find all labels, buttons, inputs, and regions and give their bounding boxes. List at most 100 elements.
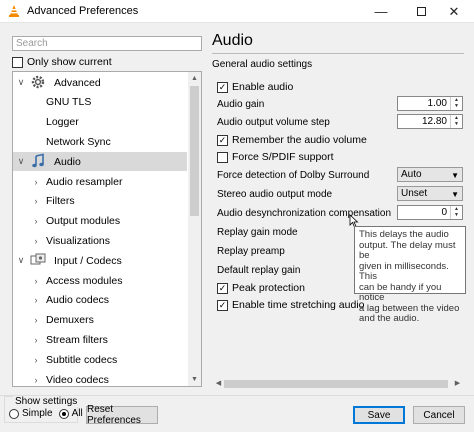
tree-item[interactable]: › Audio codecs xyxy=(13,291,187,310)
tree-item[interactable]: GNU TLS xyxy=(13,93,187,112)
checkbox-box[interactable] xyxy=(12,56,23,68)
scroll-right-icon[interactable]: ▶ xyxy=(451,377,464,390)
tooltip-line: and the audio. xyxy=(359,313,420,324)
save-button[interactable]: Save xyxy=(353,406,405,424)
preferences-tree[interactable]: ∨ Advanced GNU TLS Logger Network Sync ∨ Audio… xyxy=(12,71,202,387)
only-show-current-checkbox[interactable]: Only show current xyxy=(12,56,112,68)
horizontal-scroll-thumb[interactable] xyxy=(224,380,448,388)
chevron-right-icon[interactable]: › xyxy=(31,355,41,365)
cancel-button[interactable]: Cancel xyxy=(413,406,465,424)
peak-protection-checkbox[interactable]: ✓ Peak protection xyxy=(217,280,305,296)
chevron-right-icon[interactable]: › xyxy=(31,177,41,187)
time-stretching-label: Enable time stretching audio xyxy=(232,299,365,311)
minimize-icon: — xyxy=(374,4,388,19)
dolby-select[interactable]: Auto ▼ xyxy=(397,167,463,182)
chevron-down-icon: ▼ xyxy=(451,171,459,180)
search-input[interactable]: Search xyxy=(12,36,202,51)
enable-audio-checkbox[interactable]: ✓ Enable audio xyxy=(217,79,293,95)
remember-volume-checkbox[interactable]: ✓ Remember the audio volume xyxy=(217,132,367,148)
tree-item-label: Stream filters xyxy=(46,333,108,346)
chevron-down-icon[interactable]: ∨ xyxy=(16,255,26,266)
chevron-down-icon[interactable]: ∨ xyxy=(16,77,26,88)
checkbox-box[interactable]: ✓ xyxy=(217,282,228,294)
gear-icon xyxy=(30,74,46,90)
chevron-right-icon[interactable]: › xyxy=(31,315,41,325)
tree-item[interactable]: › Output modules xyxy=(13,212,187,231)
tree-scroll-thumb[interactable] xyxy=(190,86,199,216)
close-button[interactable]: ✕ xyxy=(434,0,474,23)
replay-gain-mode-text: Replay gain mode xyxy=(217,226,298,238)
chevron-right-icon[interactable]: › xyxy=(31,216,41,226)
chevron-right-icon[interactable]: › xyxy=(31,276,41,286)
stereo-mode-label: Stereo audio output mode xyxy=(217,186,332,202)
force-spdif-label: Force S/PDIF support xyxy=(232,151,334,163)
tree-item-label: Output modules xyxy=(46,215,121,228)
chevron-down-icon[interactable]: ∨ xyxy=(16,156,26,167)
stereo-mode-text: Stereo audio output mode xyxy=(217,188,333,200)
time-stretching-checkbox[interactable]: ✓ Enable time stretching audio xyxy=(217,297,365,313)
audio-gain-spinbox[interactable]: 1.00 ▲ ▼ xyxy=(397,96,463,111)
volume-step-text: Audio output volume step xyxy=(217,116,330,128)
desync-tooltip: This delays the audio output. The delay … xyxy=(354,226,466,324)
desync-text: Audio desynchronization compensation xyxy=(217,207,391,219)
only-show-current-label: Only show current xyxy=(27,56,112,68)
checkbox-box[interactable]: ✓ xyxy=(217,81,228,93)
volume-step-spinbox[interactable]: 12.80 ▲ ▼ xyxy=(397,114,463,129)
dolby-value: Auto xyxy=(401,169,422,180)
tree-item[interactable]: ∨ Audio xyxy=(13,152,187,172)
checkbox-box[interactable]: ✓ xyxy=(217,299,228,311)
tree-item[interactable]: › Demuxers xyxy=(13,311,187,330)
replay-preamp-text: Replay preamp xyxy=(217,245,285,257)
remember-volume-label: Remember the audio volume xyxy=(232,134,367,146)
chevron-right-icon[interactable]: › xyxy=(31,196,41,206)
chevron-right-icon[interactable]: › xyxy=(31,295,41,305)
tree-item[interactable]: Network Sync xyxy=(13,132,187,151)
tooltip-line: given in milliseconds. This xyxy=(359,260,449,282)
default-replay-gain-text: Default replay gain xyxy=(217,264,301,276)
checkbox-box[interactable] xyxy=(217,151,228,163)
tree-item[interactable]: Logger xyxy=(13,113,187,132)
volume-step-value: 12.80 xyxy=(421,116,447,127)
checkbox-box[interactable]: ✓ xyxy=(217,134,228,146)
all-radio[interactable] xyxy=(58,408,69,419)
tree-item-label: Video codecs xyxy=(46,373,109,386)
settings-horizontal-scrollbar[interactable]: ◀ ▶ xyxy=(212,377,464,390)
desync-spinbox[interactable]: 0 ▲ ▼ xyxy=(397,205,463,220)
chevron-right-icon[interactable]: › xyxy=(31,236,41,246)
scroll-up-icon[interactable]: ▲ xyxy=(188,72,201,85)
chevron-right-icon[interactable]: › xyxy=(31,335,41,345)
tree-item-label: Demuxers xyxy=(46,314,94,327)
dolby-label: Force detection of Dolby Surround xyxy=(217,167,369,183)
tree-item[interactable]: ∨ Advanced xyxy=(13,73,187,92)
tooltip-line: can be handy if you notice xyxy=(359,281,442,303)
reset-preferences-button[interactable]: Reset Preferences xyxy=(86,404,158,426)
tree-scrollbar[interactable]: ▲ ▼ xyxy=(188,72,201,386)
spin-arrows-icon[interactable]: ▲ ▼ xyxy=(450,97,462,110)
tree-item[interactable]: › Stream filters xyxy=(13,330,187,349)
force-spdif-checkbox[interactable]: Force S/PDIF support xyxy=(217,149,334,165)
tree-item[interactable]: › Filters xyxy=(13,192,187,211)
tree-item[interactable]: › Video codecs xyxy=(13,370,187,386)
audio-gain-text: Audio gain xyxy=(217,98,265,110)
desync-value: 0 xyxy=(441,207,447,218)
chevron-right-icon[interactable]: › xyxy=(31,375,41,385)
spin-arrows-icon[interactable]: ▲ ▼ xyxy=(450,115,462,128)
minimize-button[interactable]: — xyxy=(361,0,401,23)
tree-item[interactable]: › Visualizations xyxy=(13,231,187,250)
tree-item[interactable]: › Access modules xyxy=(13,271,187,290)
tree-item-label: Subtitle codecs xyxy=(46,353,118,366)
desync-label: Audio desynchronization compensation xyxy=(217,205,391,221)
chevron-down-icon: ▼ xyxy=(451,190,459,199)
simple-radio[interactable] xyxy=(9,408,19,419)
tree-item[interactable]: › Audio resampler xyxy=(13,172,187,191)
scroll-down-icon[interactable]: ▼ xyxy=(188,373,201,386)
maximize-icon xyxy=(416,7,426,16)
tree-item-label: Filters xyxy=(46,195,75,208)
tree-item[interactable]: ∨ Input / Codecs xyxy=(13,251,187,270)
stereo-mode-select[interactable]: Unset ▼ xyxy=(397,186,463,201)
tree-item-label: Visualizations xyxy=(46,234,111,247)
tree-item[interactable]: › Subtitle codecs xyxy=(13,350,187,369)
simple-label: Simple xyxy=(22,408,53,419)
title-divider xyxy=(212,53,464,54)
spin-arrows-icon[interactable]: ▲ ▼ xyxy=(450,206,462,219)
